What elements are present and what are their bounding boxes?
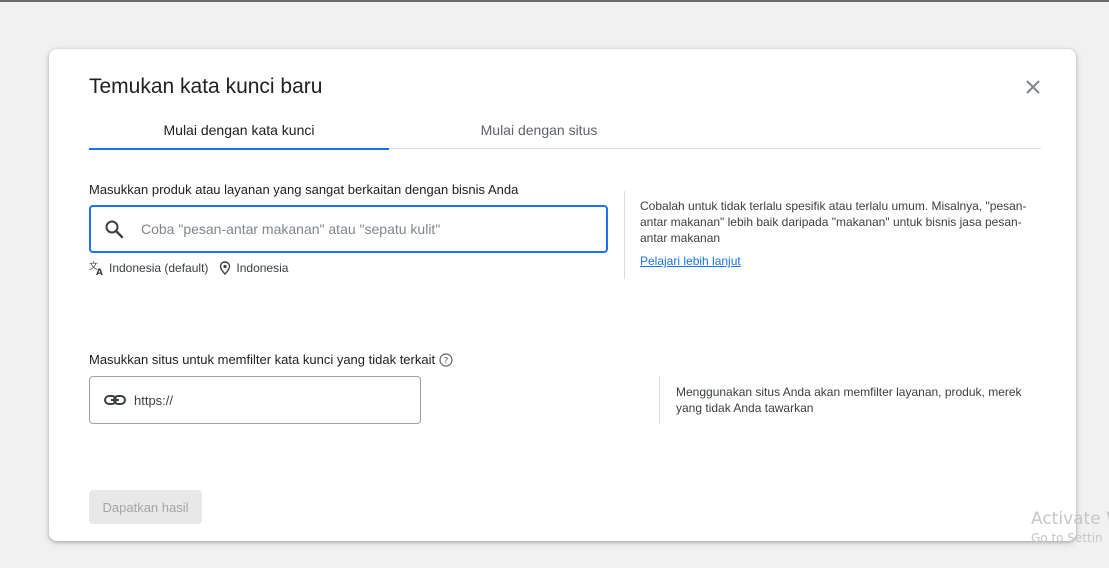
tab-bar: Mulai dengan kata kunci Mulai dengan sit… — [89, 111, 1041, 150]
keyword-help-text: Cobalah untuk tidak terlalu spesifik ata… — [640, 199, 1027, 245]
close-icon — [1026, 80, 1040, 94]
windows-activation-watermark: Activate W Go to Settin — [1031, 509, 1109, 545]
site-help-text: Menggunakan situs Anda akan memfilter la… — [676, 385, 1022, 415]
targeting-row: 文 A Indonesia (default) Indonesia — [89, 260, 298, 276]
site-url-input[interactable] — [134, 392, 404, 408]
divider — [659, 376, 660, 424]
keyword-discovery-dialog: Temukan kata kunci baru Mulai dengan kat… — [49, 49, 1076, 541]
language-selector[interactable]: 文 A Indonesia (default) — [89, 260, 208, 276]
link-icon — [104, 394, 126, 406]
site-url-field[interactable] — [89, 376, 421, 424]
keyword-input-label: Masukkan produk atau layanan yang sangat… — [89, 182, 519, 197]
site-filter-label-text: Masukkan situs untuk memfilter kata kunc… — [89, 352, 436, 367]
watermark-line-1: Activate W — [1031, 509, 1109, 529]
location-selector[interactable]: Indonesia — [218, 261, 288, 275]
watermark-line-2: Go to Settin — [1031, 531, 1103, 545]
language-label: Indonesia (default) — [109, 261, 209, 275]
learn-more-link[interactable]: Pelajari lebih lanjut — [640, 254, 741, 268]
tab-start-with-keywords[interactable]: Mulai dengan kata kunci — [89, 111, 389, 150]
tab-start-with-website[interactable]: Mulai dengan situs — [389, 111, 689, 149]
site-filter-label: Masukkan situs untuk memfilter kata kunc… — [89, 352, 453, 367]
search-icon — [104, 218, 126, 240]
location-pin-icon — [220, 261, 231, 275]
get-results-button[interactable]: Dapatkan hasil — [89, 490, 202, 524]
keyword-search-input[interactable] — [141, 221, 581, 237]
help-circle-icon[interactable]: ? — [439, 352, 453, 367]
translate-icon: 文 A — [89, 260, 103, 276]
dialog-title: Temukan kata kunci baru — [89, 75, 323, 98]
close-button[interactable] — [1021, 75, 1045, 99]
svg-text:A: A — [96, 268, 103, 276]
window-top-border — [0, 0, 1109, 2]
location-label: Indonesia — [236, 261, 289, 275]
keyword-search-field[interactable] — [89, 205, 608, 253]
divider — [624, 191, 625, 279]
svg-text:?: ? — [444, 356, 449, 366]
